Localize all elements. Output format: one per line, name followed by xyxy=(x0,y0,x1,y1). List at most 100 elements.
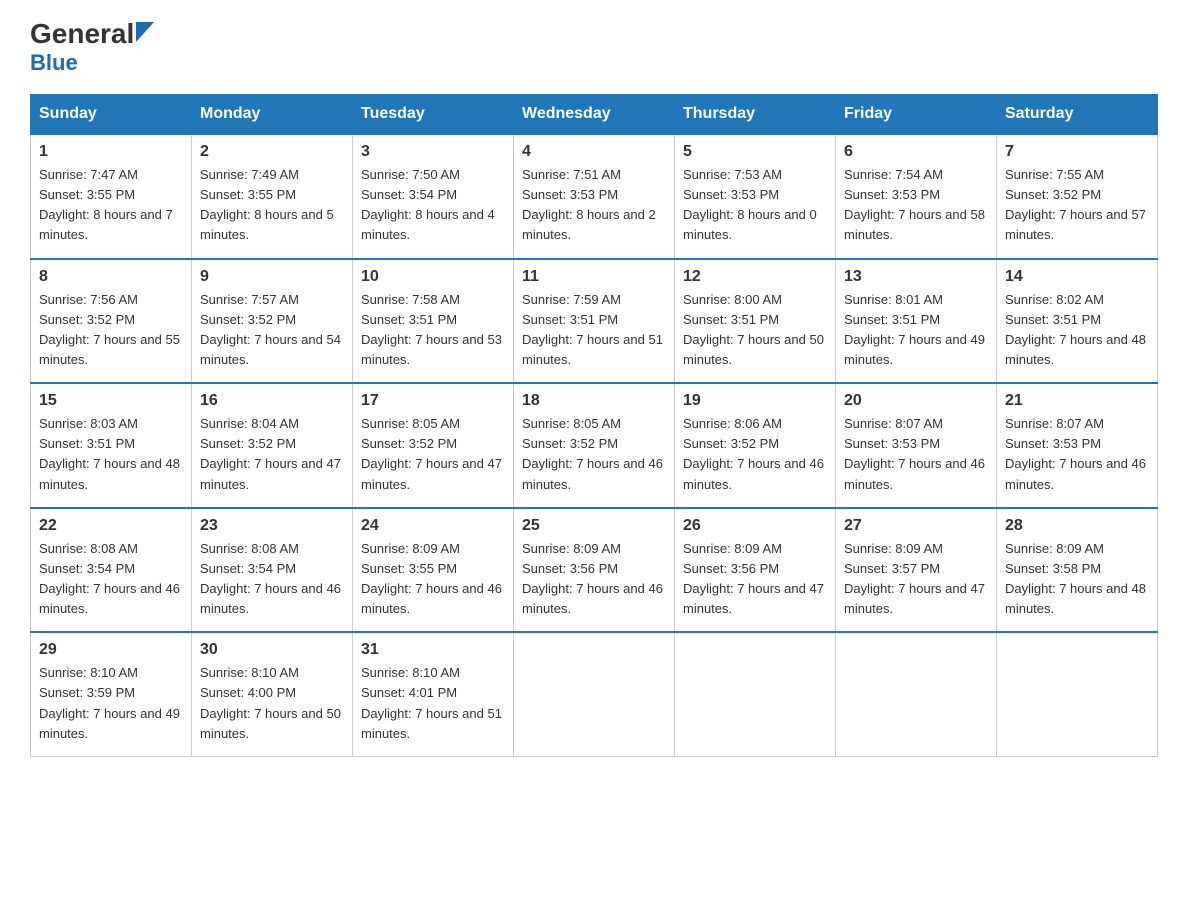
day-number: 20 xyxy=(844,392,988,410)
day-number: 22 xyxy=(39,517,183,535)
calendar-cell xyxy=(514,632,675,756)
day-info: Sunrise: 8:09 AMSunset: 3:56 PMDaylight:… xyxy=(522,541,663,616)
day-info: Sunrise: 8:05 AMSunset: 3:52 PMDaylight:… xyxy=(361,416,502,491)
logo: General Blue xyxy=(30,20,154,76)
calendar-cell: 14 Sunrise: 8:02 AMSunset: 3:51 PMDayligh… xyxy=(997,259,1158,384)
day-info: Sunrise: 8:04 AMSunset: 3:52 PMDaylight:… xyxy=(200,416,341,491)
day-number: 29 xyxy=(39,641,183,659)
calendar-cell: 16Sunrise: 8:04 AMSunset: 3:52 PMDayligh… xyxy=(192,383,353,508)
day-number: 8 xyxy=(39,268,183,286)
day-number: 11 xyxy=(522,268,666,286)
calendar-cell: 28 Sunrise: 8:09 AMSunset: 3:58 PMDayligh… xyxy=(997,508,1158,633)
day-number: 30 xyxy=(200,641,344,659)
day-info: Sunrise: 8:08 AMSunset: 3:54 PMDaylight:… xyxy=(39,541,180,616)
calendar-cell: 6 Sunrise: 7:54 AMSunset: 3:53 PMDaylight… xyxy=(836,134,997,259)
calendar-cell: 20Sunrise: 8:07 AMSunset: 3:53 PMDayligh… xyxy=(836,383,997,508)
day-number: 14 xyxy=(1005,268,1149,286)
day-info: Sunrise: 7:55 AMSunset: 3:52 PMDaylight:… xyxy=(1005,167,1146,242)
day-number: 28 xyxy=(1005,517,1149,535)
day-number: 6 xyxy=(844,143,988,161)
calendar-cell: 9 Sunrise: 7:57 AMSunset: 3:52 PMDaylight… xyxy=(192,259,353,384)
day-info: Sunrise: 7:47 AMSunset: 3:55 PMDaylight:… xyxy=(39,167,173,242)
logo-general: General xyxy=(30,20,134,48)
day-number: 1 xyxy=(39,143,183,161)
day-info: Sunrise: 8:00 AMSunset: 3:51 PMDaylight:… xyxy=(683,292,824,367)
calendar-header-row: SundayMondayTuesdayWednesdayThursdayFrid… xyxy=(31,95,1158,135)
calendar-week-row: 29Sunrise: 8:10 AMSunset: 3:59 PMDayligh… xyxy=(31,632,1158,756)
calendar-cell: 31 Sunrise: 8:10 AMSunset: 4:01 PMDayligh… xyxy=(353,632,514,756)
day-info: Sunrise: 8:07 AMSunset: 3:53 PMDaylight:… xyxy=(1005,416,1146,491)
day-info: Sunrise: 7:51 AMSunset: 3:53 PMDaylight:… xyxy=(522,167,656,242)
day-number: 31 xyxy=(361,641,505,659)
calendar-week-row: 22 Sunrise: 8:08 AMSunset: 3:54 PMDayligh… xyxy=(31,508,1158,633)
calendar-cell xyxy=(836,632,997,756)
day-number: 4 xyxy=(522,143,666,161)
day-info: Sunrise: 7:50 AMSunset: 3:54 PMDaylight:… xyxy=(361,167,495,242)
calendar-cell: 21 Sunrise: 8:07 AMSunset: 3:53 PMDayligh… xyxy=(997,383,1158,508)
day-info: Sunrise: 7:49 AMSunset: 3:55 PMDaylight:… xyxy=(200,167,334,242)
day-number: 18 xyxy=(522,392,666,410)
calendar-cell: 15Sunrise: 8:03 AMSunset: 3:51 PMDayligh… xyxy=(31,383,192,508)
day-number: 19 xyxy=(683,392,827,410)
col-header-monday: Monday xyxy=(192,95,353,135)
calendar-cell xyxy=(997,632,1158,756)
day-number: 7 xyxy=(1005,143,1149,161)
day-info: Sunrise: 7:53 AMSunset: 3:53 PMDaylight:… xyxy=(683,167,817,242)
calendar-cell: 19 Sunrise: 8:06 AMSunset: 3:52 PMDayligh… xyxy=(675,383,836,508)
calendar-cell xyxy=(675,632,836,756)
day-number: 12 xyxy=(683,268,827,286)
calendar-week-row: 1 Sunrise: 7:47 AMSunset: 3:55 PMDaylight… xyxy=(31,134,1158,259)
calendar-cell: 13 Sunrise: 8:01 AMSunset: 3:51 PMDayligh… xyxy=(836,259,997,384)
calendar-week-row: 15Sunrise: 8:03 AMSunset: 3:51 PMDayligh… xyxy=(31,383,1158,508)
logo-blue: Blue xyxy=(30,50,78,76)
calendar-cell: 7 Sunrise: 7:55 AMSunset: 3:52 PMDaylight… xyxy=(997,134,1158,259)
col-header-tuesday: Tuesday xyxy=(353,95,514,135)
day-info: Sunrise: 7:54 AMSunset: 3:53 PMDaylight:… xyxy=(844,167,985,242)
day-number: 21 xyxy=(1005,392,1149,410)
day-info: Sunrise: 8:06 AMSunset: 3:52 PMDaylight:… xyxy=(683,416,824,491)
day-number: 13 xyxy=(844,268,988,286)
col-header-saturday: Saturday xyxy=(997,95,1158,135)
calendar-cell: 18 Sunrise: 8:05 AMSunset: 3:52 PMDayligh… xyxy=(514,383,675,508)
calendar-cell: 8 Sunrise: 7:56 AMSunset: 3:52 PMDaylight… xyxy=(31,259,192,384)
calendar-cell: 22 Sunrise: 8:08 AMSunset: 3:54 PMDayligh… xyxy=(31,508,192,633)
day-number: 26 xyxy=(683,517,827,535)
day-info: Sunrise: 8:08 AMSunset: 3:54 PMDaylight:… xyxy=(200,541,341,616)
calendar-cell: 26 Sunrise: 8:09 AMSunset: 3:56 PMDayligh… xyxy=(675,508,836,633)
day-info: Sunrise: 8:05 AMSunset: 3:52 PMDaylight:… xyxy=(522,416,663,491)
calendar-cell: 30 Sunrise: 8:10 AMSunset: 4:00 PMDayligh… xyxy=(192,632,353,756)
calendar-cell: 1 Sunrise: 7:47 AMSunset: 3:55 PMDaylight… xyxy=(31,134,192,259)
day-info: Sunrise: 8:01 AMSunset: 3:51 PMDaylight:… xyxy=(844,292,985,367)
calendar-cell: 24 Sunrise: 8:09 AMSunset: 3:55 PMDayligh… xyxy=(353,508,514,633)
day-info: Sunrise: 8:09 AMSunset: 3:57 PMDaylight:… xyxy=(844,541,985,616)
day-number: 5 xyxy=(683,143,827,161)
calendar-cell: 11 Sunrise: 7:59 AMSunset: 3:51 PMDayligh… xyxy=(514,259,675,384)
col-header-wednesday: Wednesday xyxy=(514,95,675,135)
day-info: Sunrise: 8:09 AMSunset: 3:58 PMDaylight:… xyxy=(1005,541,1146,616)
calendar-cell: 29Sunrise: 8:10 AMSunset: 3:59 PMDayligh… xyxy=(31,632,192,756)
calendar-cell: 27 Sunrise: 8:09 AMSunset: 3:57 PMDayligh… xyxy=(836,508,997,633)
day-number: 9 xyxy=(200,268,344,286)
day-info: Sunrise: 7:56 AMSunset: 3:52 PMDaylight:… xyxy=(39,292,180,367)
calendar-cell: 4 Sunrise: 7:51 AMSunset: 3:53 PMDaylight… xyxy=(514,134,675,259)
day-info: Sunrise: 7:57 AMSunset: 3:52 PMDaylight:… xyxy=(200,292,341,367)
day-info: Sunrise: 8:10 AMSunset: 4:01 PMDaylight:… xyxy=(361,665,502,740)
day-info: Sunrise: 8:09 AMSunset: 3:56 PMDaylight:… xyxy=(683,541,824,616)
day-info: Sunrise: 8:10 AMSunset: 4:00 PMDaylight:… xyxy=(200,665,341,740)
calendar-week-row: 8 Sunrise: 7:56 AMSunset: 3:52 PMDaylight… xyxy=(31,259,1158,384)
logo-triangle-icon xyxy=(136,22,154,42)
day-number: 24 xyxy=(361,517,505,535)
day-number: 2 xyxy=(200,143,344,161)
day-info: Sunrise: 7:59 AMSunset: 3:51 PMDaylight:… xyxy=(522,292,663,367)
day-number: 23 xyxy=(200,517,344,535)
page-header: General Blue xyxy=(30,20,1158,76)
calendar-cell: 17Sunrise: 8:05 AMSunset: 3:52 PMDayligh… xyxy=(353,383,514,508)
day-info: Sunrise: 8:02 AMSunset: 3:51 PMDaylight:… xyxy=(1005,292,1146,367)
day-number: 27 xyxy=(844,517,988,535)
calendar-cell: 2 Sunrise: 7:49 AMSunset: 3:55 PMDaylight… xyxy=(192,134,353,259)
col-header-friday: Friday xyxy=(836,95,997,135)
day-info: Sunrise: 7:58 AMSunset: 3:51 PMDaylight:… xyxy=(361,292,502,367)
calendar-cell: 23 Sunrise: 8:08 AMSunset: 3:54 PMDayligh… xyxy=(192,508,353,633)
calendar-cell: 10Sunrise: 7:58 AMSunset: 3:51 PMDayligh… xyxy=(353,259,514,384)
day-info: Sunrise: 8:09 AMSunset: 3:55 PMDaylight:… xyxy=(361,541,502,616)
